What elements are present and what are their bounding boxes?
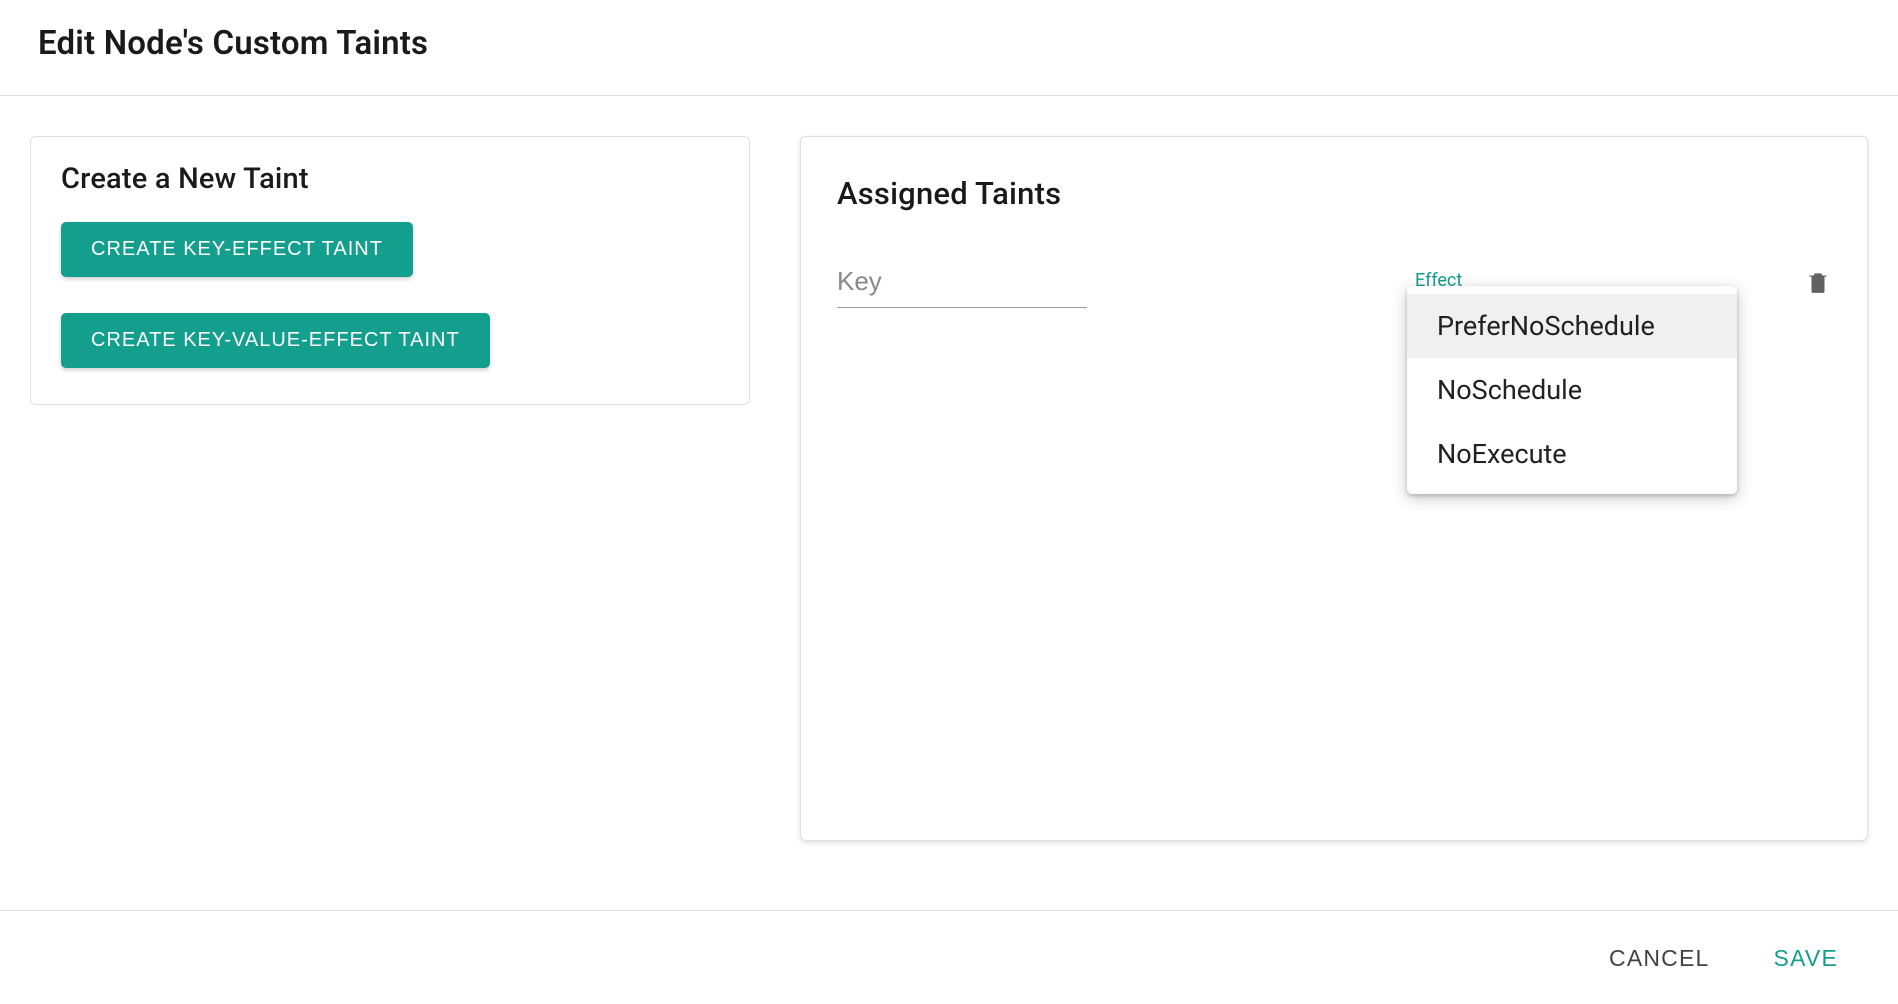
taint-row: Effect PreferNoSchedule NoSchedule NoExe… — [837, 260, 1831, 308]
dialog-footer: CANCEL SAVE — [0, 910, 1898, 1004]
save-button[interactable]: SAVE — [1770, 937, 1842, 980]
dialog-header: Edit Node's Custom Taints — [0, 0, 1898, 95]
key-input-wrapper — [837, 260, 1087, 308]
create-taint-panel: Create a New Taint CREATE KEY-EFFECT TAI… — [30, 136, 750, 405]
effect-option-noschedule[interactable]: NoSchedule — [1407, 358, 1737, 422]
create-key-effect-button[interactable]: CREATE KEY-EFFECT TAINT — [61, 222, 413, 277]
cancel-button[interactable]: CANCEL — [1605, 937, 1714, 980]
effect-option-noexecute[interactable]: NoExecute — [1407, 422, 1737, 486]
content-area: Create a New Taint CREATE KEY-EFFECT TAI… — [0, 96, 1898, 841]
taint-key-input[interactable] — [837, 260, 1087, 308]
assigned-taints-panel: Assigned Taints Effect PreferNoSchedule … — [800, 136, 1868, 841]
create-buttons-stack: CREATE KEY-EFFECT TAINT CREATE KEY-VALUE… — [61, 222, 719, 368]
create-taint-heading: Create a New Taint — [61, 162, 719, 196]
delete-taint-button[interactable] — [1805, 267, 1831, 301]
page-title: Edit Node's Custom Taints — [38, 24, 1860, 63]
effect-option-prefernoschedule[interactable]: PreferNoSchedule — [1407, 294, 1737, 358]
trash-icon — [1805, 267, 1831, 297]
create-key-value-effect-button[interactable]: CREATE KEY-VALUE-EFFECT TAINT — [61, 313, 490, 368]
assigned-taints-heading: Assigned Taints — [837, 175, 1831, 212]
footer-actions: CANCEL SAVE — [0, 911, 1898, 1004]
effect-dropdown-menu: PreferNoSchedule NoSchedule NoExecute — [1407, 286, 1737, 494]
